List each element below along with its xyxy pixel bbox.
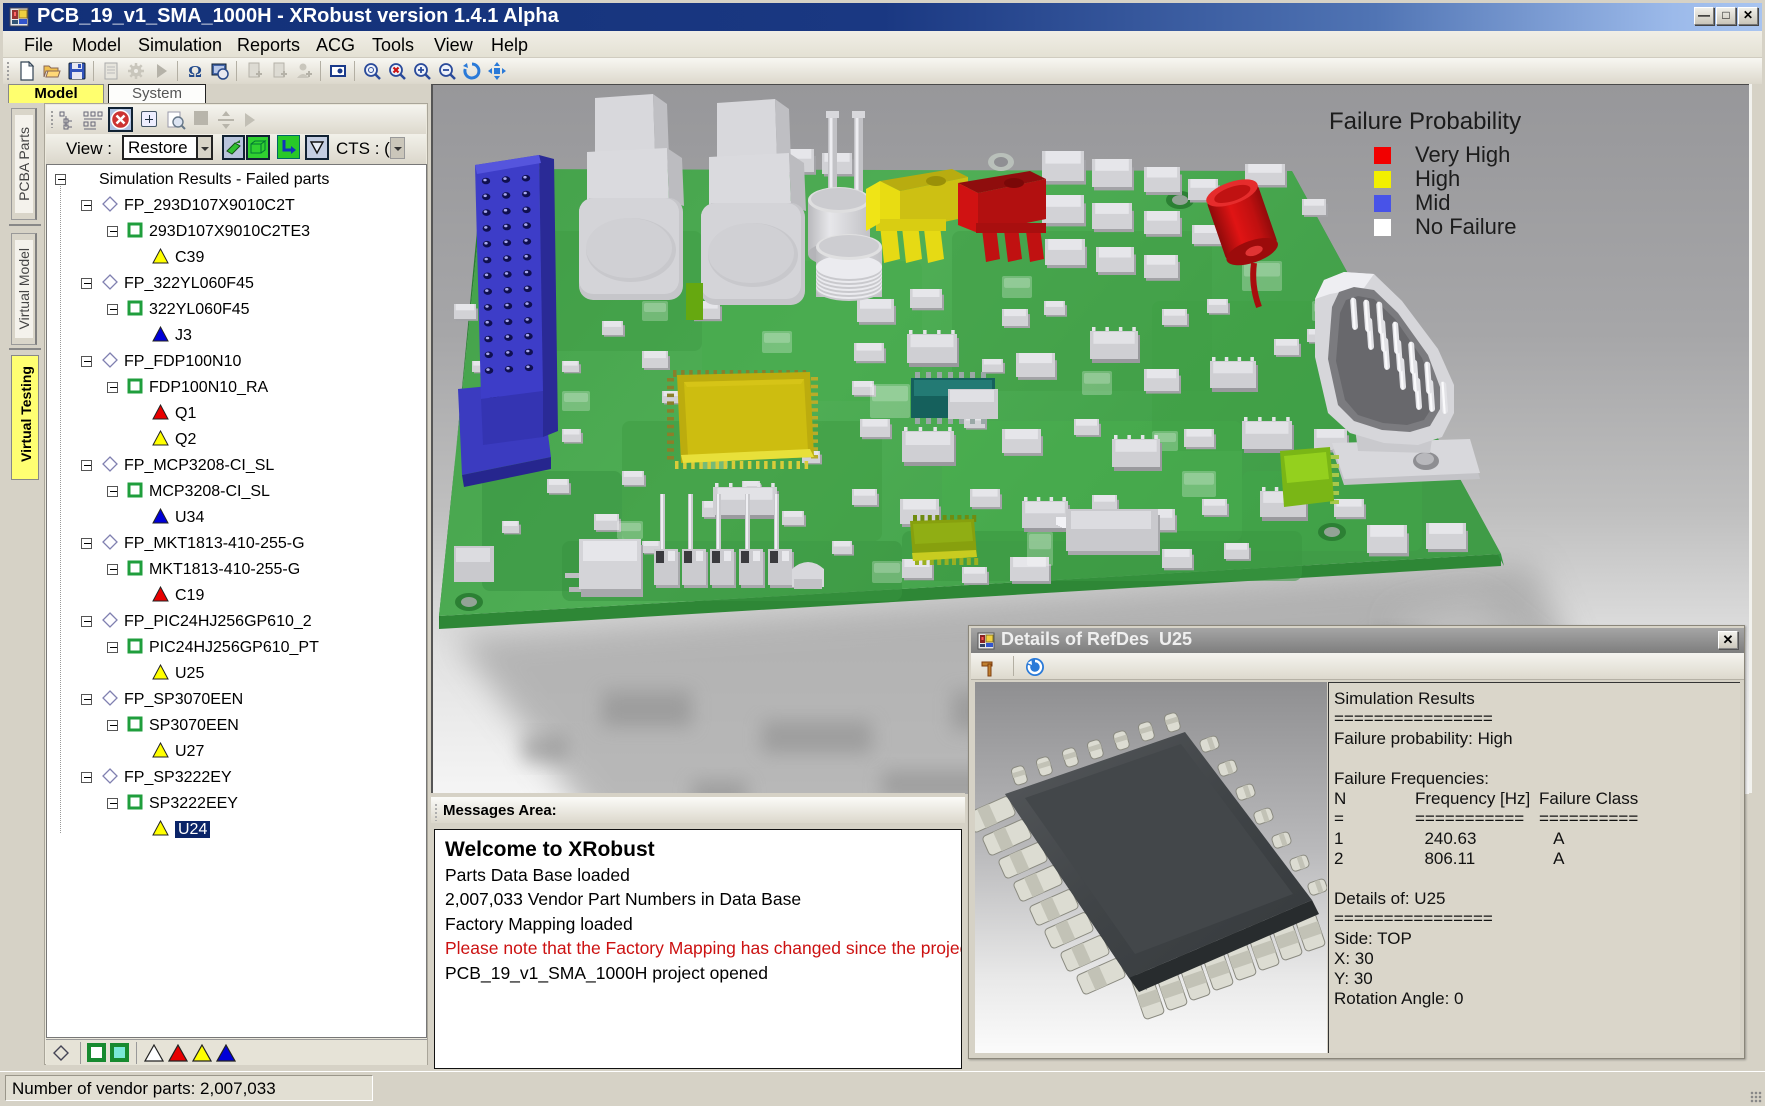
svg-text:Failure Probability: Failure Probability: [1329, 108, 1521, 135]
svg-text:Mid: Mid: [1415, 190, 1450, 215]
svg-text:Very High: Very High: [1415, 142, 1510, 167]
svg-text:High: High: [1415, 166, 1460, 191]
svg-text:No Failure: No Failure: [1415, 214, 1516, 239]
svg-text:Ω: Ω: [188, 62, 202, 81]
